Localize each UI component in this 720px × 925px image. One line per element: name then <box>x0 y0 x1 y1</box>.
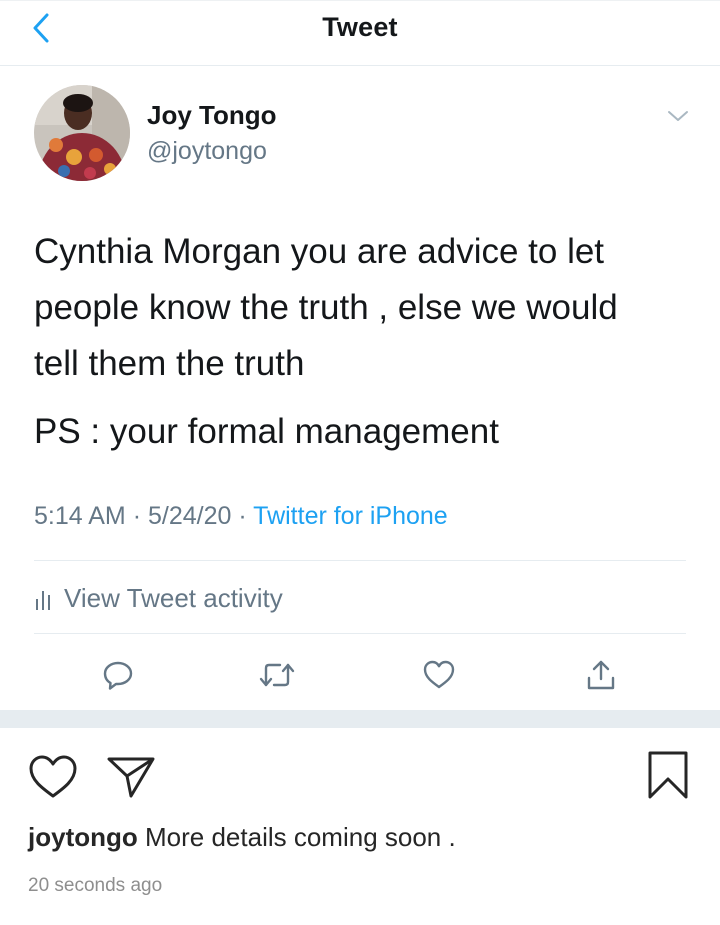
tweet-ps-line: PS : your formal management <box>34 412 499 451</box>
bookmark-icon <box>648 751 688 799</box>
meta-separator: · <box>132 502 142 530</box>
tweet-time: 5:14 AM <box>34 502 126 530</box>
author-display-name[interactable]: Joy Tongo <box>147 100 277 131</box>
like-icon <box>423 660 455 689</box>
meta-separator: · <box>238 502 247 530</box>
instagram-like-button[interactable] <box>28 754 78 805</box>
post-timestamp: 20 seconds ago <box>28 875 163 896</box>
heart-icon <box>29 755 77 798</box>
instagram-send-button[interactable] <box>106 754 156 805</box>
retweet-button[interactable] <box>258 656 296 694</box>
divider <box>34 633 686 634</box>
tweet-date: 5/24/20 <box>147 502 232 530</box>
page-title: Tweet <box>322 12 398 42</box>
tweet-source-link[interactable]: Twitter for iPhone <box>253 502 448 530</box>
tweet-text-line: people know the truth , else we would <box>34 288 618 327</box>
direct-send-icon <box>107 757 155 798</box>
share-icon <box>587 660 615 690</box>
reply-button[interactable] <box>99 656 137 694</box>
tweet-text: Cynthia Morgan you are advice to let peo… <box>34 224 694 460</box>
retweet-icon <box>259 663 295 687</box>
divider <box>34 560 686 561</box>
share-button[interactable] <box>582 656 620 694</box>
avatar-image <box>34 85 130 181</box>
chevron-down-icon <box>668 111 688 121</box>
tweet-header: Tweet <box>0 0 720 66</box>
author-handle[interactable]: @joytongo <box>147 137 267 166</box>
view-tweet-activity-button[interactable]: View Tweet activity <box>34 578 283 618</box>
view-tweet-activity-label: View Tweet activity <box>64 582 283 613</box>
caption-username[interactable]: joytongo <box>28 822 138 852</box>
avatar[interactable] <box>34 85 130 181</box>
bar-chart-icon <box>36 591 50 610</box>
section-separator <box>0 710 720 728</box>
instagram-save-button[interactable] <box>646 750 690 805</box>
reply-icon <box>103 661 133 690</box>
tweet-meta: 5:14 AM · 5/24/20 · Twitter for iPhone <box>34 502 448 531</box>
instagram-caption: joytongo More details coming soon . <box>28 822 456 853</box>
tweet-options-button[interactable] <box>664 104 692 128</box>
tweet-text-line: tell them the truth <box>34 344 305 383</box>
like-button[interactable] <box>420 656 458 694</box>
tweet-text-line: Cynthia Morgan you are advice to let <box>34 232 605 271</box>
caption-text: More details coming soon . <box>145 822 456 852</box>
